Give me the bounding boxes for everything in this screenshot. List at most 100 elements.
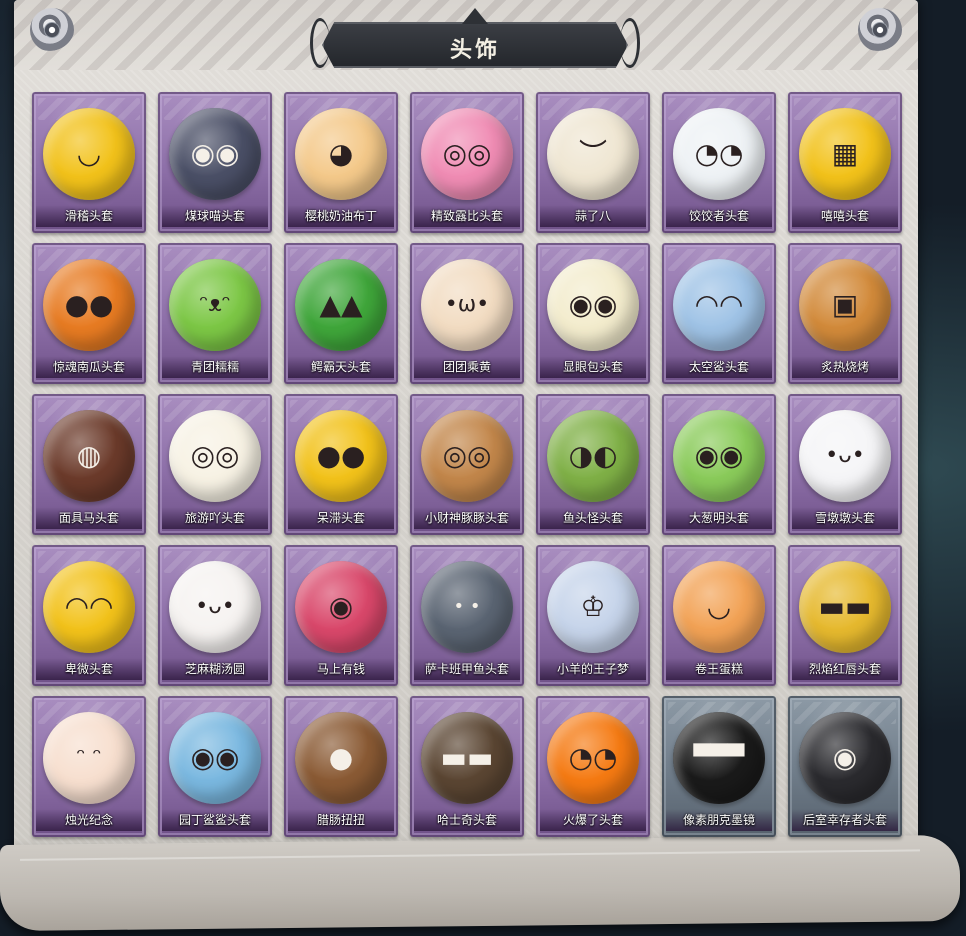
headwear-item-label: 马上有钱 [288, 658, 394, 680]
headwear-item-card[interactable]: ◎◎ 旅游吖头套 [158, 394, 272, 535]
pikachu-mask-icon: ▬▬ [799, 561, 891, 653]
headwear-item-card[interactable]: ▀▀▀ 像素朋克墨镜 [662, 696, 776, 837]
meek-face-icon: ◠◠ [43, 561, 135, 653]
headwear-item-card[interactable]: •ᴗ• 芝麻糊汤圆 [158, 545, 272, 686]
headwear-item-label: 呆滞头套 [288, 507, 394, 529]
headwear-item-card[interactable]: ◠◠ 卑微头套 [32, 545, 146, 686]
pudding-icon: ◕ [295, 108, 387, 200]
headwear-item-label: 炙热烧烤 [792, 356, 898, 378]
headwear-item-card[interactable]: ◉◉ 园丁鲨鲨头套 [158, 696, 272, 837]
headwear-item-card[interactable]: ◉◉ 煤球喵头套 [158, 92, 272, 233]
gardener-shark-icon: ◉◉ [169, 712, 261, 804]
headwear-item-card[interactable]: ◉◉ 显眼包头套 [536, 243, 650, 384]
grilled-meat-icon: ▣ [799, 259, 891, 351]
headwear-item-label: 烛光纪念 [36, 809, 142, 831]
duck-hat-icon: ◎◎ [169, 410, 261, 502]
sheep-crown-icon: ♔ [547, 561, 639, 653]
headwear-item-card[interactable]: ●● 呆滞头套 [284, 394, 398, 535]
green-onion-icon: ◉◉ [673, 410, 765, 502]
headwear-item-label: 惊魂南瓜头套 [36, 356, 142, 378]
headwear-item-label: 雪墩墩头套 [792, 507, 898, 529]
headwear-item-label: 樱桃奶油布丁 [288, 205, 394, 227]
headwear-item-card[interactable]: ◠◠ 太空鲨头套 [662, 243, 776, 384]
rice-dumpling-icon: •ᴗ• [169, 561, 261, 653]
pink-beaver-icon: ◎◎ [421, 108, 513, 200]
headwear-item-card[interactable]: ▬▬ 哈士奇头套 [410, 696, 524, 837]
sacabambaspis-icon: • • [421, 561, 513, 653]
headwear-item-label: 小羊的王子梦 [540, 658, 646, 680]
headwear-item-label: 煤球喵头套 [162, 205, 268, 227]
headwear-item-card[interactable]: • • 萨卡班甲鱼头套 [410, 545, 524, 686]
headwear-item-card[interactable]: ◔◔ 饺饺者头套 [662, 92, 776, 233]
green-rice-ball-icon: ᵔᴥᵔ [169, 259, 261, 351]
gas-mask-helmet-icon: ◉ [799, 712, 891, 804]
roll-cake-icon: ◡ [673, 561, 765, 653]
candle-icon: ᵔ ᵔ [43, 712, 135, 804]
headwear-item-card[interactable]: ♔ 小羊的王子梦 [536, 545, 650, 686]
headwear-grid: ◡ 滑稽头套 ◉◉ 煤球喵头套 ◕ 樱桃奶油布丁 ◎◎ 精致露比头套 ︶ 蒜了八 ◔◔ 饺饺者头套 ▦ 嘻… [32, 92, 902, 837]
headwear-item-label: 鳄霸天头套 [288, 356, 394, 378]
headwear-item-card[interactable]: ◔◔ 火爆了头套 [536, 696, 650, 837]
headwear-item-card[interactable]: ᵔ ᵔ 烛光纪念 [32, 696, 146, 837]
headwear-item-label: 鱼头怪头套 [540, 507, 646, 529]
stare-face-icon: ●● [295, 410, 387, 502]
fish-head-icon: ◑◐ [547, 410, 639, 502]
headwear-item-card[interactable]: •ω• 团团乘黄 [410, 243, 524, 384]
garlic-icon: ︶ [547, 108, 639, 200]
headwear-item-label: 萨卡班甲鱼头套 [414, 658, 520, 680]
headwear-item-label: 面具马头套 [36, 507, 142, 529]
headwear-item-label: 精致露比头套 [414, 205, 520, 227]
headwear-item-label: 蒜了八 [540, 205, 646, 227]
headwear-item-label: 像素朋克墨镜 [666, 809, 772, 831]
headwear-item-card[interactable]: ▬▬ 烈焰红唇头套 [788, 545, 902, 686]
dumpling-cloud-icon: ◔◔ [673, 108, 765, 200]
scroll-bottom-edge [0, 834, 960, 932]
headwear-item-label: 园丁鲨鲨头套 [162, 809, 268, 831]
pumpkin-icon: ●● [43, 259, 135, 351]
headwear-item-label: 饺饺者头套 [666, 205, 772, 227]
headwear-item-label: 卷王蛋糕 [666, 658, 772, 680]
headwear-item-card[interactable]: •ᴗ• 雪墩墩头套 [788, 394, 902, 535]
headwear-item-card[interactable]: ▦ 嘻嘻头套 [788, 92, 902, 233]
headwear-item-label: 后室幸存者头套 [792, 809, 898, 831]
pushpin-icon [30, 8, 74, 52]
headwear-item-label: 烈焰红唇头套 [792, 658, 898, 680]
headwear-item-label: 嘻嘻头套 [792, 205, 898, 227]
headwear-item-label: 卑微头套 [36, 658, 142, 680]
headwear-item-card[interactable]: ◕ 樱桃奶油布丁 [284, 92, 398, 233]
headwear-item-card[interactable]: ◉ 马上有钱 [284, 545, 398, 686]
headwear-item-card[interactable]: ᵔᴥᵔ 青团糯糯 [158, 243, 272, 384]
headwear-item-label: 芝麻糊汤圆 [162, 658, 268, 680]
headwear-item-label: 小财神豚豚头套 [414, 507, 520, 529]
capybara-icon: ◎◎ [421, 410, 513, 502]
headwear-item-label: 腊肠扭扭 [288, 809, 394, 831]
page-title: 头饰 [449, 38, 500, 63]
headwear-item-card[interactable]: ◎◎ 小财神豚豚头套 [410, 394, 524, 535]
headwear-item-card[interactable]: ◉◉ 大葱明头套 [662, 394, 776, 535]
headwear-item-card[interactable]: ◑◐ 鱼头怪头套 [536, 394, 650, 535]
title-plate: 头饰 [310, 8, 640, 74]
headwear-item-label: 滑稽头套 [36, 205, 142, 227]
headwear-item-card[interactable]: ◡ 滑稽头套 [32, 92, 146, 233]
light-bulb-icon: ◉◉ [547, 259, 639, 351]
headwear-item-card[interactable]: ▣ 炙热烧烤 [788, 243, 902, 384]
horse-mask-icon: ◍ [43, 410, 135, 502]
headwear-item-card[interactable]: ● 腊肠扭扭 [284, 696, 398, 837]
headwear-item-label: 火爆了头套 [540, 809, 646, 831]
headwear-item-card[interactable]: ▲▲ 鳄霸天头套 [284, 243, 398, 384]
headwear-item-card[interactable]: ◉ 后室幸存者头套 [788, 696, 902, 837]
headwear-item-label: 大葱明头套 [666, 507, 772, 529]
headwear-item-label: 显眼包头套 [540, 356, 646, 378]
headwear-item-card[interactable]: ◍ 面具马头套 [32, 394, 146, 535]
red-horse-icon: ◉ [295, 561, 387, 653]
crocodile-icon: ▲▲ [295, 259, 387, 351]
headwear-item-label: 青团糯糯 [162, 356, 268, 378]
headwear-item-card[interactable]: ●● 惊魂南瓜头套 [32, 243, 146, 384]
headwear-item-card[interactable]: ︶ 蒜了八 [536, 92, 650, 233]
headwear-item-card[interactable]: ◎◎ 精致露比头套 [410, 92, 524, 233]
headwear-item-card[interactable]: ◡ 卷王蛋糕 [662, 545, 776, 686]
smirk-face-icon: ◡ [43, 108, 135, 200]
headwear-item-label: 团团乘黄 [414, 356, 520, 378]
pixel-sunglasses-icon: ▀▀▀ [673, 712, 765, 804]
grin-face-icon: ▦ [799, 108, 891, 200]
